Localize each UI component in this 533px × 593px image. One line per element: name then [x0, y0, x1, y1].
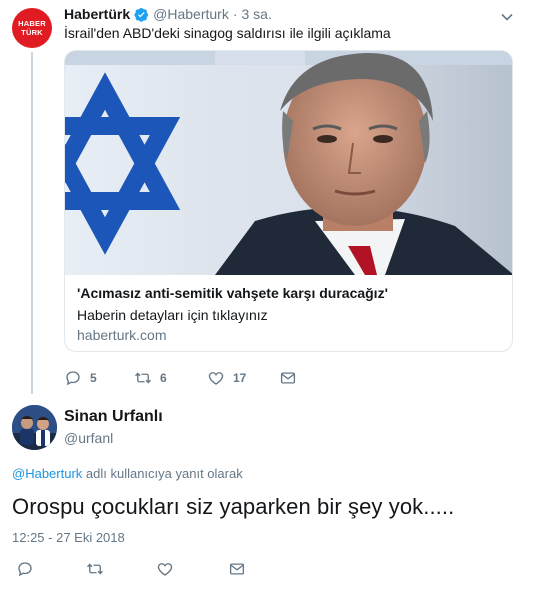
verified-badge-icon: [134, 7, 149, 22]
chevron-down-icon[interactable]: [500, 10, 514, 24]
card-photo-illustration: [65, 51, 512, 275]
card-description: Haberin detayları için tıklayınız: [77, 307, 268, 323]
card-domain: haberturk.com: [77, 327, 167, 343]
card-image: [65, 51, 512, 275]
like-button[interactable]: 17: [207, 369, 279, 387]
direct-message-button[interactable]: [228, 560, 246, 578]
retweet-button[interactable]: [86, 560, 156, 578]
parent-tweet-actions: 5 6 17: [64, 369, 297, 387]
reply-user-avatar[interactable]: [12, 405, 57, 450]
replying-to-suffix: adlı kullanıcıya yanıt olarak: [82, 466, 243, 481]
like-icon: [157, 563, 173, 576]
reply-icon: [66, 371, 80, 386]
avatar-logo-line-1: HABER: [18, 19, 46, 28]
reply-tweet-actions: [16, 560, 246, 578]
avatar-photo: [12, 405, 57, 450]
retweet-icon: [87, 563, 103, 575]
separator-dot: ·: [232, 6, 238, 22]
reply-icon: [18, 562, 32, 577]
parent-timestamp[interactable]: 3 sa.: [242, 6, 272, 22]
replying-to-mention-link[interactable]: @Haberturk: [12, 466, 82, 481]
direct-message-icon: [229, 563, 245, 575]
parent-tweet-text: İsrail'den ABD'deki sinagog saldırısı il…: [64, 25, 391, 41]
reply-timestamp[interactable]: 12:25 - 27 Eki 2018: [12, 530, 125, 545]
reply-count: 5: [90, 371, 97, 385]
replying-to-notice: @Haberturk adlı kullanıcıya yanıt olarak: [12, 466, 243, 481]
haberturk-avatar[interactable]: HABER TÜRK: [12, 8, 52, 48]
parent-tweet-header: Habertürk @Haberturk · 3 sa.: [64, 6, 272, 22]
retweet-count: 6: [160, 371, 167, 385]
retweet-button[interactable]: 6: [134, 369, 207, 387]
reply-tweet-text: Orospu çocukları siz yaparken bir şey yo…: [12, 494, 455, 519]
avatar-logo-line-2: TÜRK: [21, 28, 43, 37]
like-icon: [208, 372, 224, 385]
retweet-icon: [135, 372, 151, 384]
parent-handle[interactable]: @Haberturk: [153, 6, 229, 22]
reply-handle[interactable]: @urfanl: [64, 430, 113, 446]
direct-message-icon: [280, 372, 296, 384]
thread-connector-line: [31, 52, 33, 394]
card-title: 'Acımasız anti-semitik vahşete karşı dur…: [77, 285, 388, 301]
like-button[interactable]: [156, 560, 228, 578]
reply-display-name[interactable]: Sinan Urfanlı: [64, 408, 163, 426]
direct-message-button[interactable]: [279, 369, 297, 387]
reply-button[interactable]: 5: [64, 369, 134, 387]
like-count: 17: [233, 371, 247, 385]
reply-button[interactable]: [16, 560, 86, 578]
parent-display-name[interactable]: Habertürk: [64, 6, 130, 22]
link-card[interactable]: 'Acımasız anti-semitik vahşete karşı dur…: [64, 50, 513, 352]
